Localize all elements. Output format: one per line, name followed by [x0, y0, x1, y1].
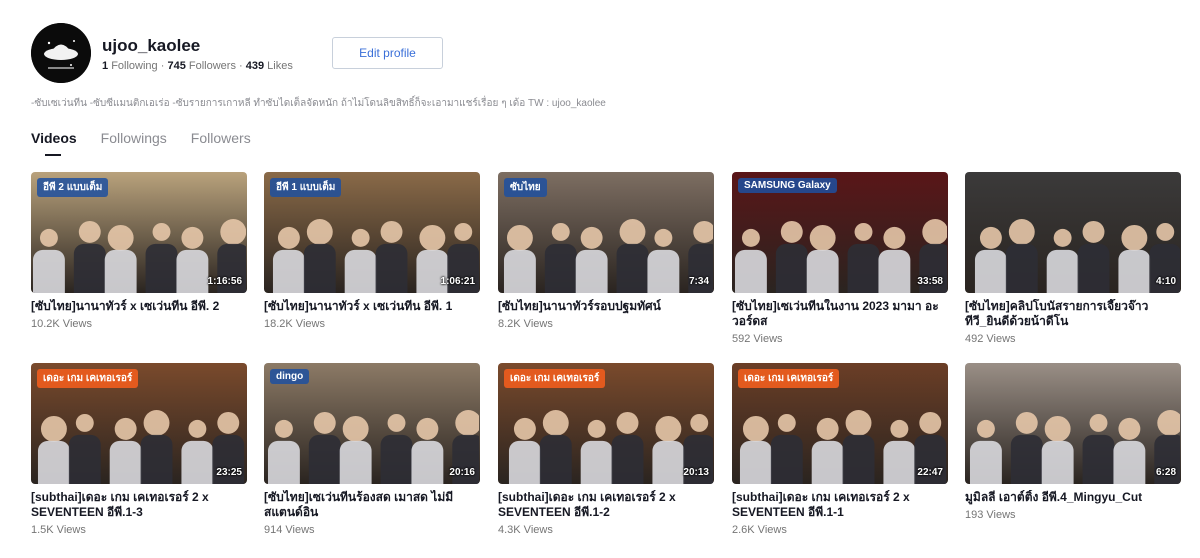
video-views: 10.2K Views	[31, 318, 92, 330]
thumbnail-overlay-text: อีพี 1 แบบเต็ม	[270, 178, 342, 197]
thumbnail-overlay-text: dingo	[270, 369, 310, 384]
video-duration: 20:13	[683, 467, 709, 478]
video-thumbnail[interactable]: อีพี 2 แบบเต็ม 1:16:56	[31, 172, 247, 293]
video-card[interactable]: 4:10 [ซับไทย]คลิปโบนัสรายการเจี๊ยวจ๊าวทีว…	[965, 172, 1181, 345]
video-title[interactable]: [ซับไทย]เซเว่นทีนในงาน 2023 มามา อะวอร์ด…	[732, 299, 948, 329]
video-card[interactable]: อีพี 1 แบบเต็ม 1:06:21 [ซับไทย]นานาทัวร์ x…	[264, 172, 480, 330]
video-thumbnail[interactable]: dingo 20:16	[264, 363, 480, 484]
followers-count: 745	[167, 60, 186, 72]
video-title[interactable]: [ซับไทย]คลิปโบนัสรายการเจี๊ยวจ๊าวทีวี_ยิ…	[965, 299, 1181, 329]
thumbnail-people-illustration	[508, 410, 714, 484]
thumbnail-overlay-text: เดอะ เกม เคเทอเรอร์	[738, 369, 840, 388]
following-label[interactable]: Following	[111, 60, 157, 72]
video-views: 1.5K Views	[31, 524, 86, 536]
video-views: 2.6K Views	[732, 524, 787, 536]
video-duration: 22:47	[917, 467, 943, 478]
video-card[interactable]: เดอะ เกม เคเทอเรอร์ 23:25 [subthai]เดอะ เก…	[31, 363, 247, 536]
video-views: 193 Views	[965, 509, 1016, 521]
video-views: 492 Views	[965, 333, 1016, 345]
video-thumbnail[interactable]: เดอะ เกม เคเทอเรอร์ 22:47	[732, 363, 948, 484]
video-thumbnail[interactable]: ซับไทย 7:34	[498, 172, 714, 293]
video-card[interactable]: ซับไทย 7:34 [ซับไทย]นานาทัวร์รอบปฐมทัศน์ 8.…	[498, 172, 714, 330]
video-thumbnail[interactable]: เดอะ เกม เคเทอเรอร์ 23:25	[31, 363, 247, 484]
video-thumbnail[interactable]: 4:10	[965, 172, 1181, 293]
video-duration: 7:34	[688, 276, 709, 287]
video-title[interactable]: [subthai]เดอะ เกม เคเทอเรอร์ 2 x SEVENTE…	[498, 490, 714, 520]
video-duration: 1:16:56	[207, 276, 242, 287]
video-views: 592 Views	[732, 333, 783, 345]
edit-profile-button[interactable]: Edit profile	[332, 37, 443, 69]
likes-label: Likes	[267, 60, 293, 72]
tab-followings[interactable]: Followings	[101, 130, 167, 156]
ufo-logo-icon	[31, 23, 91, 83]
video-card[interactable]: 6:28 มูมิลลี่ เอาต์ติ้ง อีพี.4_Mingyu_Cut…	[965, 363, 1181, 521]
video-thumbnail[interactable]: อีพี 1 แบบเต็ม 1:06:21	[264, 172, 480, 293]
video-title[interactable]: [ซับไทย]เซเว่นทีนร้องสด เมาสด ไม่มีสแตนด…	[264, 490, 480, 520]
video-title[interactable]: มูมิลลี่ เอาต์ติ้ง อีพี.4_Mingyu_Cut	[965, 490, 1181, 505]
video-thumbnail[interactable]: 6:28	[965, 363, 1181, 484]
video-views: 914 Views	[264, 524, 315, 536]
video-views: 18.2K Views	[264, 318, 325, 330]
thumbnail-overlay-text: อีพี 2 แบบเต็ม	[37, 178, 109, 197]
video-duration: 4:10	[1155, 276, 1176, 287]
thumbnail-overlay-text: เดอะ เกม เคเทอเรอร์	[504, 369, 606, 388]
video-card[interactable]: อีพี 2 แบบเต็ม 1:16:56 [ซับไทย]นานาทัวร์ x…	[31, 172, 247, 330]
video-card[interactable]: เดอะ เกม เคเทอเรอร์ 22:47 [subthai]เดอะ เก…	[732, 363, 948, 536]
video-title[interactable]: [ซับไทย]นานาทัวร์รอบปฐมทัศน์	[498, 299, 714, 314]
video-thumbnail[interactable]: SAMSUNG Galaxy 33:58	[732, 172, 948, 293]
video-title[interactable]: [subthai]เดอะ เกม เคเทอเรอร์ 2 x SEVENTE…	[31, 490, 247, 520]
thumbnail-overlay-text: ซับไทย	[504, 178, 547, 197]
video-duration: 1:06:21	[440, 276, 475, 287]
video-thumbnail[interactable]: เดอะ เกม เคเทอเรอร์ 20:13	[498, 363, 714, 484]
video-duration: 23:25	[216, 467, 242, 478]
thumbnail-people-illustration	[974, 219, 1181, 293]
tab-videos[interactable]: Videos	[31, 130, 77, 156]
video-card[interactable]: SAMSUNG Galaxy 33:58 [ซับไทย]เซเว่นทีนในงา…	[732, 172, 948, 345]
thumbnail-people-illustration	[969, 410, 1181, 484]
followers-label[interactable]: Followers	[189, 60, 236, 72]
video-title[interactable]: [ซับไทย]นานาทัวร์ x เซเว่นทีน อีพี. 2	[31, 299, 247, 314]
video-title[interactable]: [subthai]เดอะ เกม เคเทอเรอร์ 2 x SEVENTE…	[732, 490, 948, 520]
profile-username: ujoo_kaolee	[102, 36, 201, 55]
video-duration: 20:16	[449, 467, 475, 478]
thumbnail-overlay-text: SAMSUNG Galaxy	[738, 178, 837, 193]
thumbnail-overlay-text: เดอะ เกม เคเทอเรอร์	[37, 369, 139, 388]
video-duration: 33:58	[917, 276, 943, 287]
video-card[interactable]: dingo 20:16 [ซับไทย]เซเว่นทีนร้องสด เมาสด …	[264, 363, 480, 536]
thumbnail-people-illustration	[734, 219, 948, 293]
thumbnail-people-illustration	[503, 219, 714, 293]
thumbnail-people-illustration	[739, 410, 947, 484]
video-duration: 6:28	[1155, 467, 1176, 478]
video-title[interactable]: [ซับไทย]นานาทัวร์ x เซเว่นทีน อีพี. 1	[264, 299, 480, 314]
tab-followers[interactable]: Followers	[191, 130, 251, 156]
thumbnail-people-illustration	[267, 410, 480, 484]
profile-tabs: Videos Followings Followers	[31, 130, 275, 156]
video-views: 4.3K Views	[498, 524, 553, 536]
profile-bio: -ซับเซเว่นทีน -ซับซีแมนติกเอเร่อ -ซับราย…	[31, 98, 606, 109]
profile-stats: 1 Following · 745 Followers · 439 Likes	[102, 60, 293, 72]
profile-avatar[interactable]	[31, 23, 91, 83]
video-views: 8.2K Views	[498, 318, 553, 330]
thumbnail-people-illustration	[37, 410, 245, 484]
likes-count: 439	[245, 60, 265, 72]
following-count: 1	[102, 60, 109, 72]
video-card[interactable]: เดอะ เกม เคเทอเรอร์ 20:13 [subthai]เดอะ เก…	[498, 363, 714, 536]
